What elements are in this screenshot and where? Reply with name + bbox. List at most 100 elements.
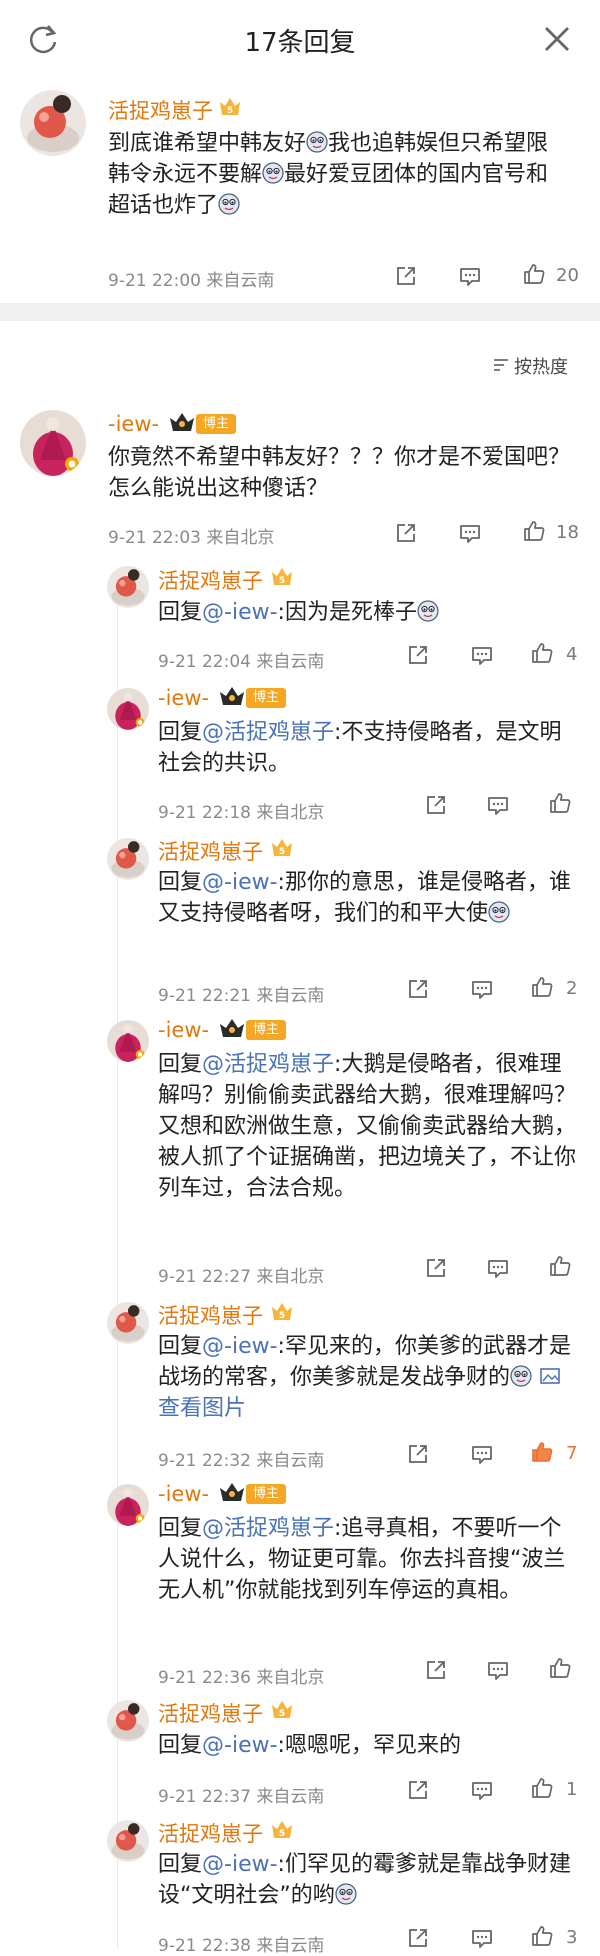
share-icon[interactable] <box>406 977 430 1001</box>
avatar[interactable] <box>107 1484 149 1526</box>
vip-badge-icon <box>270 1819 294 1841</box>
username[interactable]: -iew- <box>158 1482 209 1506</box>
reply-meta: 9-21 22:18 来自北京 <box>158 803 325 823</box>
username[interactable]: 活捉鸡崽子 <box>158 1300 263 1330</box>
avatar[interactable] <box>107 688 149 730</box>
avatar[interactable] <box>107 838 149 880</box>
crown-icon <box>218 1016 246 1040</box>
share-icon[interactable] <box>394 264 418 288</box>
thread-line <box>117 586 118 1948</box>
mention-link[interactable]: @-iew- <box>202 600 278 625</box>
like-icon[interactable] <box>530 1776 554 1800</box>
mention-link[interactable]: @活捉鸡崽子 <box>202 1052 334 1077</box>
like-icon[interactable] <box>522 262 546 286</box>
username[interactable]: 活捉鸡崽子 <box>158 1698 263 1728</box>
reply-meta: 9-21 22:37 来自云南 <box>158 1787 325 1807</box>
share-icon[interactable] <box>406 1442 430 1466</box>
avatar[interactable] <box>107 1020 149 1062</box>
reply-meta: 9-21 22:21 来自云南 <box>158 986 325 1006</box>
avatar[interactable] <box>20 410 86 476</box>
reply-meta: 9-21 22:04 来自云南 <box>158 652 325 672</box>
mention-link[interactable]: @活捉鸡崽子 <box>202 720 334 745</box>
close-icon[interactable] <box>540 22 574 56</box>
like-icon[interactable] <box>548 791 572 815</box>
like-count: 7 <box>566 1443 578 1464</box>
like-count: 20 <box>556 265 579 286</box>
vip-badge-icon <box>270 1699 294 1721</box>
mention-link[interactable]: @-iew- <box>202 1733 278 1758</box>
mention-link[interactable]: @活捉鸡崽子 <box>202 1516 334 1541</box>
comment-icon[interactable] <box>458 521 482 545</box>
mention-link[interactable]: @-iew- <box>202 1852 278 1877</box>
sort-icon[interactable] <box>492 356 510 374</box>
comment-text: 你竟然不希望中韩友好？？？你才是不爱国吧？怎么能说出这种傻话？ <box>108 445 571 501</box>
username[interactable]: -iew- <box>158 1018 209 1042</box>
avatar[interactable] <box>107 1700 149 1742</box>
reply-text: 回复@-iew-:罕见来的，你美爹的武器才是战场的常客，你美爹就是发战争财的 查… <box>158 1334 571 1421</box>
comment-meta: 9-21 22:03 来自北京 <box>108 528 275 548</box>
reply-text: 回复@活捉鸡崽子:不支持侵略者，是文明社会的共识。 <box>158 720 562 776</box>
crown-icon <box>218 1480 246 1504</box>
reply-text: 回复@活捉鸡崽子:追寻真相，不要听一个人说什么，物证更可靠。你去抖音搜“波兰 无… <box>158 1516 566 1603</box>
share-icon[interactable] <box>406 1926 430 1950</box>
avatar[interactable] <box>20 90 86 156</box>
reply-meta: 9-21 22:32 来自云南 <box>158 1451 325 1471</box>
page-title: 17条回复 <box>244 28 356 58</box>
mention-link[interactable]: @-iew- <box>202 870 278 895</box>
reply-text: 回复@-iew-:们罕见的霉爹就是靠战争财建设“文明社会”的哟 <box>158 1852 571 1908</box>
vip-badge-icon <box>270 1301 294 1323</box>
host-badge: 博主 <box>246 1020 287 1040</box>
reply-meta: 9-21 22:36 来自北京 <box>158 1668 325 1688</box>
mention-link[interactable]: @-iew- <box>202 1334 278 1359</box>
emoji-icon <box>417 600 439 622</box>
reply-text: 回复@活捉鸡崽子:大鹅是侵略者，很难理解吗？别偷偷卖武器给大鹅，很难理解吗？又想… <box>158 1052 577 1201</box>
like-icon[interactable] <box>530 1924 554 1948</box>
host-badge: 博主 <box>246 1484 287 1504</box>
reply-text: 回复@-iew-:因为是死棒子 <box>158 597 578 628</box>
username[interactable]: 活捉鸡崽子 <box>158 1818 263 1848</box>
share-icon[interactable] <box>424 1658 448 1682</box>
comment-icon[interactable] <box>486 1658 510 1682</box>
like-count: 2 <box>566 978 578 999</box>
crown-icon <box>168 410 196 434</box>
like-count: 3 <box>566 1927 578 1948</box>
like-count: 18 <box>556 522 579 543</box>
username[interactable]: 活捉鸡崽子 <box>108 95 213 125</box>
like-icon[interactable] <box>522 519 546 543</box>
share-icon[interactable] <box>424 1256 448 1280</box>
avatar[interactable] <box>107 1302 149 1344</box>
emoji-icon <box>262 162 284 184</box>
username[interactable]: 活捉鸡崽子 <box>158 836 263 866</box>
comment-icon[interactable] <box>458 264 482 288</box>
like-icon[interactable] <box>530 641 554 665</box>
comment-icon[interactable] <box>486 1256 510 1280</box>
host-badge: 博主 <box>246 688 287 708</box>
comment-meta: 9-21 22:00 来自云南 <box>108 271 275 291</box>
sort-by-heat-button[interactable]: 按热度 <box>514 353 568 379</box>
comment-icon[interactable] <box>470 1778 494 1802</box>
comment-icon[interactable] <box>470 1926 494 1950</box>
comment-icon[interactable] <box>470 1442 494 1466</box>
share-icon[interactable] <box>394 521 418 545</box>
comment-icon[interactable] <box>486 793 510 817</box>
share-icon[interactable] <box>406 643 430 667</box>
comment-icon[interactable] <box>470 977 494 1001</box>
avatar[interactable] <box>107 566 149 608</box>
username[interactable]: -iew- <box>108 412 159 436</box>
like-icon[interactable] <box>530 1440 554 1464</box>
like-icon[interactable] <box>530 975 554 999</box>
reply-text: 回复@-iew-:那你的意思，谁是侵略者，谁又支持侵略者呀，我们的和平大使 <box>158 870 571 926</box>
emoji-icon <box>335 1883 357 1905</box>
comment-icon[interactable] <box>470 643 494 667</box>
username[interactable]: -iew- <box>158 686 209 710</box>
like-icon[interactable] <box>548 1656 572 1680</box>
share-icon[interactable] <box>424 793 448 817</box>
like-count: 4 <box>566 644 578 665</box>
avatar[interactable] <box>107 1820 149 1862</box>
reply-meta: 9-21 22:38 来自云南 <box>158 1936 325 1956</box>
divider <box>0 303 600 321</box>
share-icon[interactable] <box>406 1778 430 1802</box>
like-icon[interactable] <box>548 1254 572 1278</box>
username[interactable]: 活捉鸡崽子 <box>158 565 263 595</box>
emoji-icon <box>218 193 240 215</box>
